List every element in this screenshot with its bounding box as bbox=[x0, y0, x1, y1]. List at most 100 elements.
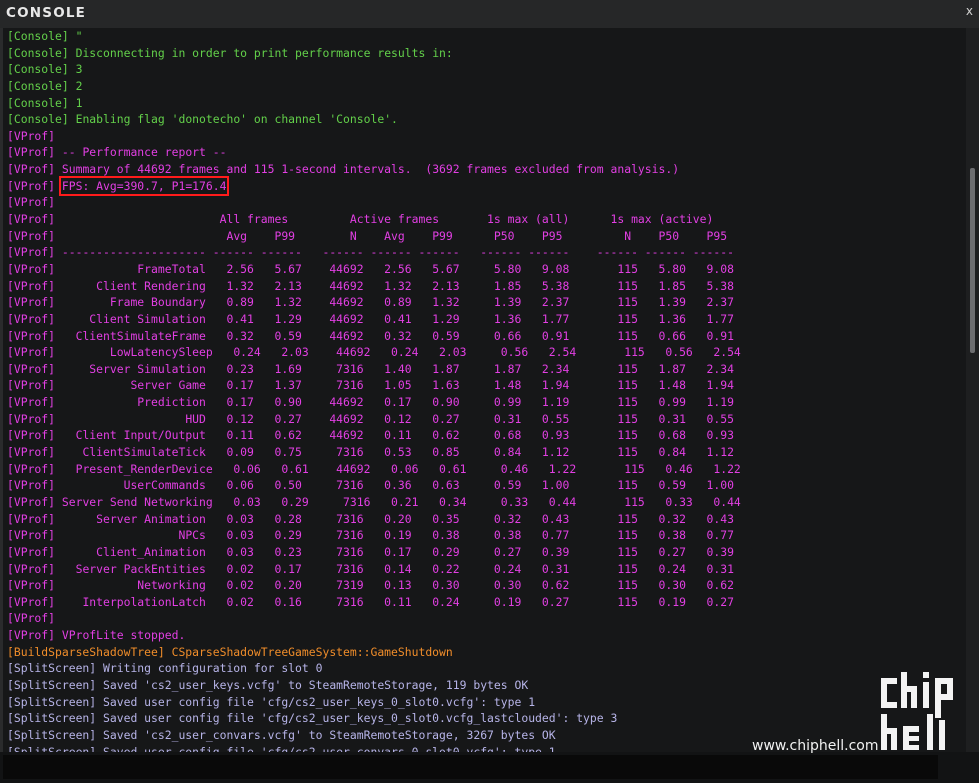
console-log[interactable]: [Console] " [Console] Disconnecting in or… bbox=[3, 28, 966, 752]
log-line: [VProf] bbox=[3, 128, 966, 145]
log-channel-tag: [VProf] bbox=[7, 378, 56, 393]
log-line: [VProf] VProfLite stopped. bbox=[3, 627, 966, 644]
log-line: [VProf] ClientSimulateFrame 0.32 0.59 44… bbox=[3, 328, 966, 345]
log-line: [SplitScreen] Saved user config file 'cf… bbox=[3, 710, 966, 727]
close-icon[interactable]: x bbox=[966, 4, 973, 18]
log-line: [VProf] Frame Boundary 0.89 1.32 44692 0… bbox=[3, 294, 966, 311]
log-line: [SplitScreen] Saved user config file 'cf… bbox=[3, 694, 966, 711]
log-line: [BuildSparseShadowTree] CSparseShadowTre… bbox=[3, 644, 966, 661]
log-channel-tag: [VProf] bbox=[7, 228, 56, 243]
log-line: [VProf] Client Rendering 1.32 2.13 44692… bbox=[3, 278, 966, 295]
log-line: [Console] 3 bbox=[3, 61, 966, 78]
log-channel-tag: [Console] bbox=[7, 62, 69, 77]
log-line: [VProf] Present_RenderDevice 0.06 0.61 4… bbox=[3, 461, 966, 478]
log-line: [SplitScreen] Saved 'cs2_user_keys.vcfg'… bbox=[3, 677, 966, 694]
log-text: CSparseShadowTreeGameSystem::GameShutdow… bbox=[164, 644, 453, 659]
log-channel-tag: [Console] bbox=[7, 95, 69, 110]
log-line: [VProf] -- Performance report -- bbox=[3, 144, 966, 161]
log-line: [VProf] NPCs 0.03 0.29 7316 0.19 0.38 0.… bbox=[3, 527, 966, 544]
log-line: [SplitScreen] Writing configuration for … bbox=[3, 660, 966, 677]
log-channel-tag: [VProf] bbox=[7, 544, 56, 559]
log-text: Disconnecting in order to print performa… bbox=[68, 45, 453, 60]
log-text: NPCs 0.03 0.29 7316 0.19 0.38 0.38 0.77 … bbox=[55, 528, 734, 543]
log-text: Client Rendering 1.32 2.13 44692 1.32 2.… bbox=[55, 278, 734, 293]
log-channel-tag: [SplitScreen] bbox=[7, 727, 97, 742]
log-text: 2 bbox=[68, 78, 83, 93]
log-line: [VProf] Server PackEntities 0.02 0.17 73… bbox=[3, 561, 966, 578]
log-text: Server Simulation 0.23 1.69 7316 1.40 1.… bbox=[55, 361, 734, 376]
log-text: Saved user config file 'cfg/cs2_user_key… bbox=[96, 711, 618, 726]
log-text: " bbox=[68, 29, 83, 43]
log-line: [VProf] Avg P99 N Avg P99 P50 P95 N P50 … bbox=[3, 228, 966, 245]
log-channel-tag: [VProf] bbox=[7, 478, 56, 493]
log-channel-tag: [VProf] bbox=[7, 461, 56, 476]
log-text: 1 bbox=[68, 95, 83, 110]
log-text: Prediction 0.17 0.90 44692 0.17 0.90 0.9… bbox=[55, 395, 734, 410]
scrollbar[interactable] bbox=[966, 28, 979, 752]
log-text: VProfLite stopped. bbox=[55, 628, 186, 643]
log-channel-tag: [VProf] bbox=[7, 128, 56, 143]
log-text: --------------------- ------ ------ ----… bbox=[55, 245, 734, 260]
log-text: Frame Boundary 0.89 1.32 44692 0.89 1.32… bbox=[55, 295, 734, 310]
log-channel-tag: [VProf] bbox=[7, 561, 56, 576]
log-text: ClientSimulateFrame 0.32 0.59 44692 0.32… bbox=[55, 328, 734, 343]
log-channel-tag: [BuildSparseShadowTree] bbox=[7, 644, 165, 659]
log-line: [VProf] Client Input/Output 0.11 0.62 44… bbox=[3, 427, 966, 444]
console-input[interactable] bbox=[3, 755, 938, 779]
log-channel-tag: [VProf] bbox=[7, 328, 56, 343]
log-channel-tag: [SplitScreen] bbox=[7, 677, 97, 692]
log-text: Server Send Networking 0.03 0.29 7316 0.… bbox=[55, 494, 741, 509]
log-channel-tag: [VProf] bbox=[7, 345, 56, 360]
log-text: Client Input/Output 0.11 0.62 44692 0.11… bbox=[55, 428, 734, 443]
log-channel-tag: [SplitScreen] bbox=[7, 744, 97, 752]
log-channel-tag: [SplitScreen] bbox=[7, 711, 97, 726]
log-channel-tag: [VProf] bbox=[7, 395, 56, 410]
log-line: [VProf] FPS: Avg=390.7, P1=176.4 bbox=[3, 175, 966, 196]
log-text: Enabling flag 'donotecho' on channel 'Co… bbox=[68, 112, 398, 127]
log-channel-tag: [VProf] bbox=[7, 511, 56, 526]
log-line: [VProf] ClientSimulateTick 0.09 0.75 731… bbox=[3, 444, 966, 461]
fps-highlight-box: FPS: Avg=390.7, P1=176.4 bbox=[58, 175, 230, 196]
log-channel-tag: [VProf] bbox=[7, 428, 56, 443]
log-text: Server PackEntities 0.02 0.17 7316 0.14 … bbox=[55, 561, 734, 576]
log-channel-tag: [VProf] bbox=[7, 311, 56, 326]
log-line: [VProf] Client Simulation 0.41 1.29 4469… bbox=[3, 311, 966, 328]
log-text: Present_RenderDevice 0.06 0.61 44692 0.0… bbox=[55, 461, 741, 476]
log-channel-tag: [VProf] bbox=[7, 361, 56, 376]
log-channel-tag: [VProf] bbox=[7, 594, 56, 609]
log-channel-tag: [Console] bbox=[7, 29, 69, 43]
log-line: [Console] Disconnecting in order to prin… bbox=[3, 45, 966, 62]
log-channel-tag: [VProf] bbox=[7, 162, 56, 177]
log-line: [VProf] Server Send Networking 0.03 0.29… bbox=[3, 494, 966, 511]
log-text: Saved 'cs2_user_convars.vcfg' to SteamRe… bbox=[96, 727, 556, 742]
log-line: [VProf] UserCommands 0.06 0.50 7316 0.36… bbox=[3, 477, 966, 494]
log-channel-tag: [Console] bbox=[7, 78, 69, 93]
log-channel-tag: [VProf] bbox=[7, 195, 56, 210]
log-line: [Console] " bbox=[3, 28, 966, 45]
log-line: [VProf] Summary of 44692 frames and 115 … bbox=[3, 161, 966, 178]
log-line: [VProf] Networking 0.02 0.20 7319 0.13 0… bbox=[3, 577, 966, 594]
log-channel-tag: [Console] bbox=[7, 45, 69, 60]
log-text: Networking 0.02 0.20 7319 0.13 0.30 0.30… bbox=[55, 578, 734, 593]
log-line: [Console] 2 bbox=[3, 78, 966, 95]
log-line: [VProf] Server Animation 0.03 0.28 7316 … bbox=[3, 511, 966, 528]
log-text: HUD 0.12 0.27 44692 0.12 0.27 0.31 0.55 … bbox=[55, 411, 734, 426]
log-channel-tag: [VProf] bbox=[7, 611, 56, 626]
log-text: Client Simulation 0.41 1.29 44692 0.41 1… bbox=[55, 311, 734, 326]
log-channel-tag: [VProf] bbox=[7, 494, 56, 509]
log-text: LowLatencySleep 0.24 2.03 44692 0.24 2.0… bbox=[55, 345, 741, 360]
log-text: Server Animation 0.03 0.28 7316 0.20 0.3… bbox=[55, 511, 734, 526]
log-line: [VProf] bbox=[3, 194, 966, 211]
log-text: InterpolationLatch 0.02 0.16 7316 0.11 0… bbox=[55, 594, 734, 609]
log-text: Summary of 44692 frames and 115 1-second… bbox=[55, 162, 680, 177]
log-line: [VProf] --------------------- ------ ---… bbox=[3, 244, 966, 261]
scrollbar-thumb[interactable] bbox=[970, 168, 975, 353]
log-channel-tag: [VProf] bbox=[7, 278, 56, 293]
log-text: ClientSimulateTick 0.09 0.75 7316 0.53 0… bbox=[55, 445, 734, 460]
log-line: [VProf] bbox=[3, 610, 966, 627]
log-channel-tag: [VProf] bbox=[7, 212, 56, 227]
log-channel-tag: [SplitScreen] bbox=[7, 661, 97, 676]
log-text: 3 bbox=[68, 62, 83, 77]
log-text: All frames Active frames 1s max (all) 1s… bbox=[55, 212, 714, 227]
